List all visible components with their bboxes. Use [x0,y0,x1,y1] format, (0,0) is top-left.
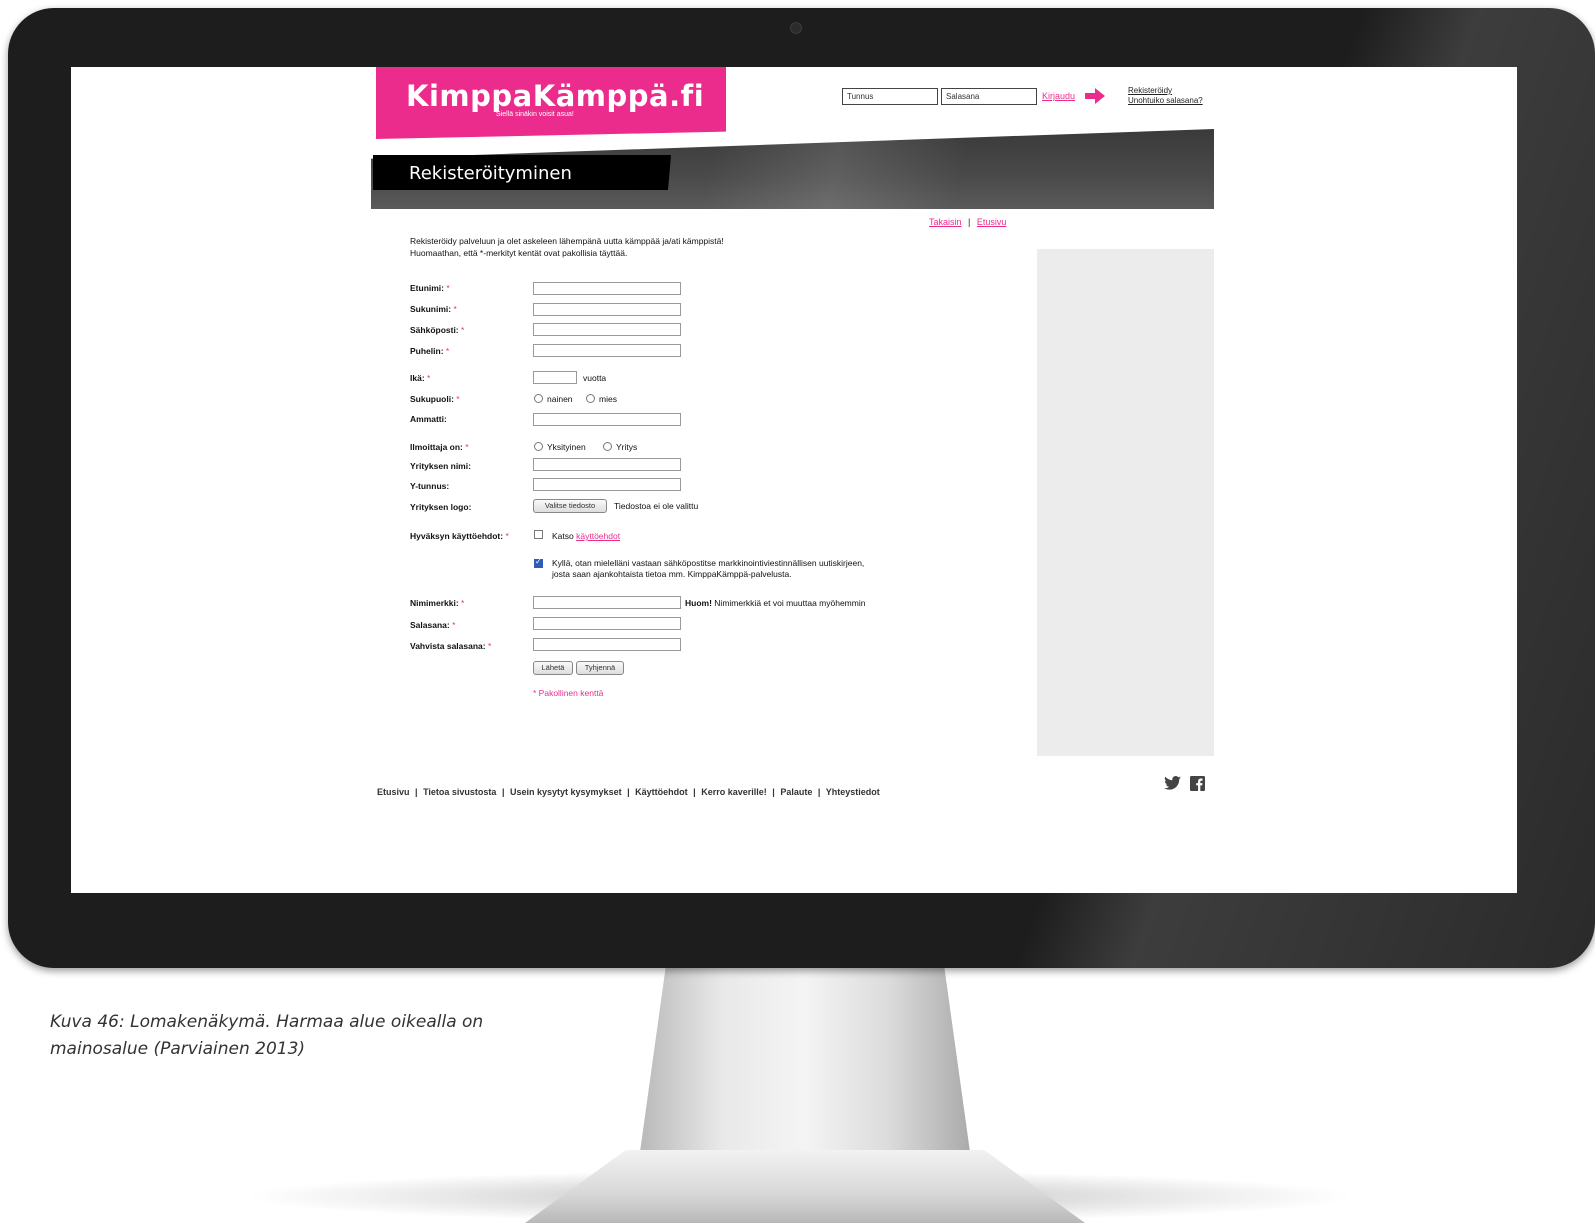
footer-link-contact[interactable]: Yhteystiedot [826,787,880,797]
footer-link-feedback[interactable]: Palaute [780,787,812,797]
age-unit: vuotta [583,373,607,383]
terms-link[interactable]: käyttöehdot [576,531,620,541]
advertiser-private-label: Yksityinen [547,442,586,452]
terms-checkbox[interactable] [534,530,543,539]
newsletter-checkbox[interactable] [534,557,543,568]
first-name-label: Etunimi: * [410,283,450,293]
terms-label: Hyväksyn käyttöehdot: * [410,531,509,541]
newsletter-text: Kyllä, otan mielelläni vastaan sähköpost… [552,558,865,579]
confirm-password-field[interactable] [533,638,681,651]
facebook-icon[interactable] [1190,776,1205,791]
password-label: Salasana: * [410,620,456,630]
company-name-label: Yrityksen nimi: [410,461,471,471]
submit-button[interactable]: Lähetä [533,661,573,675]
terms-see-text: Katso käyttöehdot [552,531,621,541]
profession-field[interactable] [533,413,681,426]
nickname-label: Nimimerkki: * [410,598,465,608]
last-name-field[interactable] [533,303,681,316]
nickname-field[interactable] [533,596,681,609]
camera-icon [790,22,802,34]
logo-slogan: Siellä sinäkin voisit asua! [496,111,574,118]
footer-link-about[interactable]: Tietoa sivustosta [423,787,496,797]
gender-male-label: mies [599,394,617,404]
company-logo-label: Yrityksen logo: [410,502,472,512]
footer-link-tell-friend[interactable]: Kerro kaverille! [701,787,767,797]
confirm-password-label: Vahvista salasana: * [410,641,492,651]
age-label: Ikä: * [410,373,431,383]
username-input[interactable]: Tunnus [842,88,938,105]
screen: KimppaKämppä.fi Siellä sinäkin voisit as… [71,67,1517,893]
required-note: * Pakollinen kenttä [533,688,604,698]
login-link[interactable]: Kirjaudu [1042,91,1075,101]
home-link[interactable]: Etusivu [977,217,1007,227]
monitor-foot [525,1150,1085,1223]
top-nav: Takaisin | Etusivu [929,217,1006,227]
nickname-note: Huom! Nimimerkkiä et voi muuttaa myöhemm… [685,598,866,608]
intro-text: Rekisteröidy palveluun ja olet askeleen … [410,235,724,259]
footer-links: Etusivu | Tietoa sivustosta | Usein kysy… [377,787,880,797]
gender-female-radio[interactable] [534,394,543,403]
monitor-stand [640,962,970,1152]
email-field[interactable] [533,323,681,336]
ad-area [1037,249,1214,756]
first-name-field[interactable] [533,282,681,295]
business-id-field[interactable] [533,478,681,491]
twitter-icon[interactable] [1164,776,1181,790]
gender-female-label: nainen [547,394,573,404]
phone-label: Puhelin: * [410,346,450,356]
advertiser-company-radio[interactable] [603,442,612,451]
footer-link-home[interactable]: Etusivu [377,787,410,797]
register-links: Rekisteröidy Unohtuiko salasana? [1128,86,1203,106]
intro-line-1: Rekisteröidy palveluun ja olet askeleen … [410,236,724,246]
email-label: Sähköposti: * [410,325,465,335]
footer-link-faq[interactable]: Usein kysytyt kysymykset [510,787,622,797]
last-name-label: Sukunimi: * [410,304,457,314]
arrow-right-icon[interactable] [1085,88,1105,104]
nav-separator: | [968,217,971,227]
advertiser-private-radio[interactable] [534,442,543,451]
register-link[interactable]: Rekisteröidy [1128,86,1203,96]
page-title: Rekisteröityminen [409,163,572,184]
age-field[interactable] [533,371,577,384]
site-logo[interactable]: KimppaKämppä.fi [406,79,704,113]
business-id-label: Y-tunnus: [410,481,450,491]
forgot-password-link[interactable]: Unohtuiko salasana? [1128,96,1203,106]
password-field[interactable] [533,617,681,630]
choose-file-button[interactable]: Valitse tiedosto [533,499,607,513]
advertiser-label: Ilmoittaja on: * [410,442,469,452]
footer-link-terms[interactable]: Käyttöehdot [635,787,688,797]
password-input[interactable]: Salasana [941,88,1037,105]
gender-male-radio[interactable] [586,394,595,403]
gender-label: Sukupuoli: * [410,394,460,404]
intro-line-2: Huomaathan, että *-merkityt kentät ovat … [410,248,628,258]
profession-label: Ammatti: [410,414,447,424]
advertiser-company-label: Yritys [616,442,638,452]
back-link[interactable]: Takaisin [929,217,962,227]
phone-field[interactable] [533,344,681,357]
clear-button[interactable]: Tyhjennä [576,661,624,675]
no-file-text: Tiedostoa ei ole valittu [614,501,699,511]
figure-caption: Kuva 46: Lomakenäkymä. Harmaa alue oikea… [50,1012,484,1059]
company-name-field[interactable] [533,458,681,471]
